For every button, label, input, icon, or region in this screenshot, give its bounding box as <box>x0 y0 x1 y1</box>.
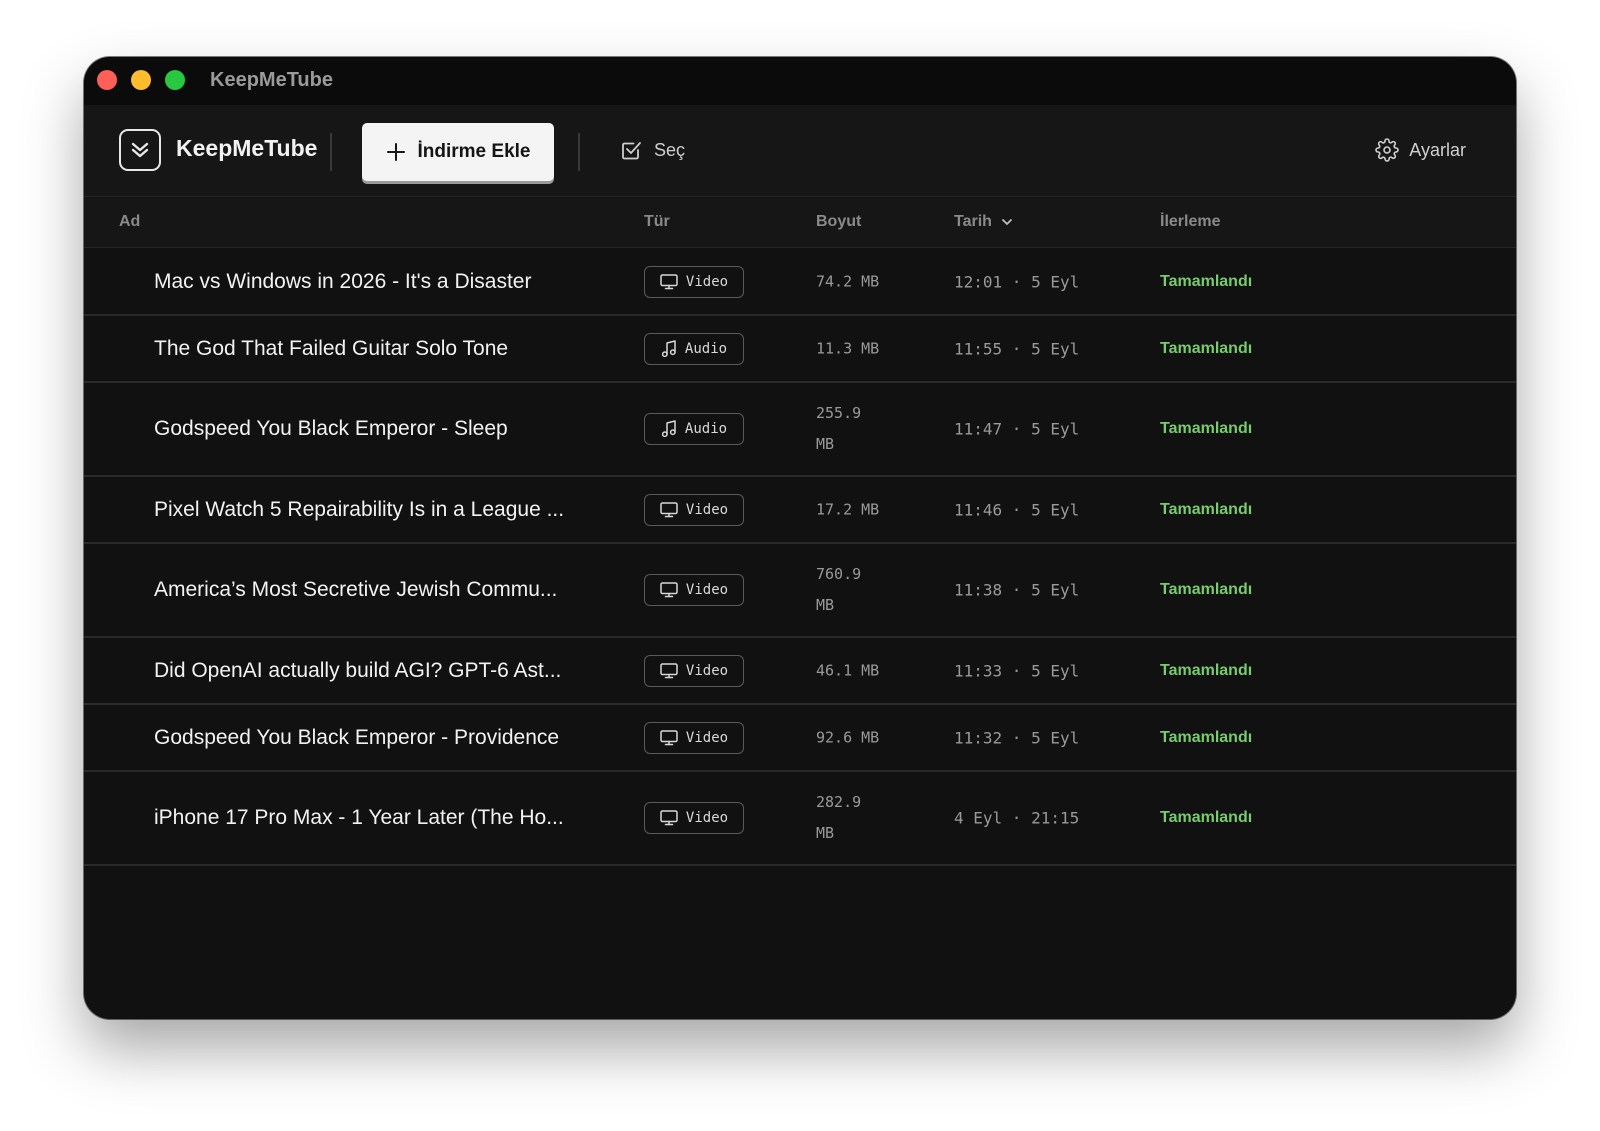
status-label: Tamamlandı <box>1160 339 1253 357</box>
type-badge: Video <box>644 654 744 687</box>
download-date: 11:38 · 5 Eyl <box>954 580 1080 600</box>
type-badge: Video <box>644 493 744 526</box>
table-row[interactable]: iPhone 17 Pro Max - 1 Year Later (The Ho… <box>84 772 1516 866</box>
status-label: Tamamlandı <box>1160 500 1253 518</box>
download-date: 11:46 · 5 Eyl <box>954 500 1080 519</box>
app-window: KeepMeTube KeepMeTube İndirme Ekle Seç A… <box>84 57 1516 1019</box>
chevron-down-icon <box>1002 219 1012 225</box>
type-label: Video <box>685 810 729 826</box>
column-header-date[interactable]: Tarih <box>954 213 1014 231</box>
table-header: Ad Tür Boyut Tarih İlerleme <box>84 198 1516 248</box>
type-badge: Video <box>644 574 744 606</box>
file-size: 74.2 MB <box>816 272 880 290</box>
toolbar-divider <box>330 133 332 171</box>
add-download-button[interactable]: İndirme Ekle <box>362 123 554 181</box>
monitor-icon <box>660 273 678 289</box>
toolbar-divider <box>578 133 580 171</box>
type-label: Video <box>685 501 729 518</box>
select-button[interactable]: Seç <box>620 135 685 165</box>
column-header-progress[interactable]: İlerleme <box>1160 213 1220 231</box>
app-logo <box>119 129 161 171</box>
table-row[interactable]: America’s Most Secretive Jewish Commu...… <box>84 544 1516 638</box>
type-badge: Video <box>644 721 744 754</box>
music-note-icon <box>661 339 676 357</box>
toolbar: KeepMeTube İndirme Ekle Seç Ayarlar <box>84 105 1516 197</box>
minimize-window-button[interactable] <box>131 70 151 90</box>
type-label: Audio <box>684 421 728 437</box>
download-date: 11:47 · 5 Eyl <box>954 419 1080 439</box>
type-badge: Video <box>644 802 744 834</box>
download-title: The God That Failed Guitar Solo Tone <box>154 336 509 360</box>
checkbox-icon <box>622 142 641 160</box>
table-row[interactable]: Mac vs Windows in 2026 - It's a Disaster… <box>84 249 1516 316</box>
add-download-label: İndirme Ekle <box>417 141 531 162</box>
download-date: 11:33 · 5 Eyl <box>954 661 1080 680</box>
status-label: Tamamlandı <box>1160 581 1253 598</box>
file-size: 46.1 MB <box>816 661 880 679</box>
type-label: Video <box>685 273 729 290</box>
music-note-icon <box>661 420 676 438</box>
brand-name: KeepMeTube <box>176 135 318 161</box>
type-label: Audio <box>684 340 728 357</box>
download-title: Did OpenAI actually build AGI? GPT-6 Ast… <box>154 658 562 682</box>
table-row[interactable]: Godspeed You Black Emperor - Providence V… <box>84 705 1516 772</box>
monitor-icon <box>660 501 678 517</box>
file-size: 255.9 MB <box>816 404 862 453</box>
file-size: 17.2 MB <box>816 500 880 518</box>
download-title: Mac vs Windows in 2026 - It's a Disaster <box>154 269 532 293</box>
download-title: iPhone 17 Pro Max - 1 Year Later (The Ho… <box>154 806 564 829</box>
monitor-icon <box>660 729 678 745</box>
gear-icon <box>1375 138 1400 162</box>
title-bar: KeepMeTube <box>84 57 1516 105</box>
zoom-window-button[interactable] <box>165 70 185 90</box>
type-badge: Audio <box>644 413 744 445</box>
type-badge: Audio <box>644 332 744 365</box>
file-size: 92.6 MB <box>816 728 880 746</box>
column-header-size[interactable]: Boyut <box>816 213 861 231</box>
close-window-button[interactable] <box>97 70 117 90</box>
status-label: Tamamlandı <box>1160 272 1253 290</box>
window-title: KeepMeTube <box>210 69 333 91</box>
file-size: 760.9 MB <box>816 565 862 614</box>
download-title: Godspeed You Black Emperor - Sleep <box>154 417 508 440</box>
status-label: Tamamlandı <box>1160 728 1253 746</box>
status-label: Tamamlandı <box>1160 809 1253 826</box>
plus-icon <box>386 143 405 161</box>
download-date: 12:01 · 5 Eyl <box>954 272 1080 291</box>
status-label: Tamamlandı <box>1160 420 1253 437</box>
settings-label: Ayarlar <box>1409 139 1466 160</box>
type-label: Video <box>685 582 729 598</box>
column-header-name[interactable]: Ad <box>119 213 140 231</box>
download-date: 11:55 · 5 Eyl <box>954 339 1080 358</box>
type-label: Video <box>685 662 729 679</box>
monitor-icon <box>660 662 678 678</box>
settings-button[interactable]: Ayarlar <box>1375 135 1466 165</box>
table-row[interactable]: Did OpenAI actually build AGI? GPT-6 Ast… <box>84 638 1516 705</box>
monitor-icon <box>660 582 678 598</box>
double-chevron-down-icon <box>131 142 149 158</box>
download-date: 11:32 · 5 Eyl <box>954 728 1080 747</box>
type-badge: Video <box>644 265 744 298</box>
table-row[interactable]: The God That Failed Guitar Solo Tone Audi… <box>84 316 1516 383</box>
type-label: Video <box>685 729 729 746</box>
table-row[interactable]: Pixel Watch 5 Repairability Is in a Leag… <box>84 477 1516 544</box>
status-label: Tamamlandı <box>1160 661 1253 679</box>
download-title: Godspeed You Black Emperor - Providence <box>154 725 560 749</box>
download-date: 4 Eyl · 21:15 <box>954 808 1080 828</box>
file-size: 282.9 MB <box>816 793 862 842</box>
file-size: 11.3 MB <box>816 339 880 357</box>
select-label: Seç <box>654 139 686 160</box>
column-header-type[interactable]: Tür <box>644 213 670 231</box>
monitor-icon <box>660 810 678 826</box>
table-row[interactable]: Godspeed You Black Emperor - Sleep Audio 2… <box>84 383 1516 477</box>
download-title: America’s Most Secretive Jewish Commu... <box>154 578 558 601</box>
download-title: Pixel Watch 5 Repairability Is in a Leag… <box>154 497 565 521</box>
